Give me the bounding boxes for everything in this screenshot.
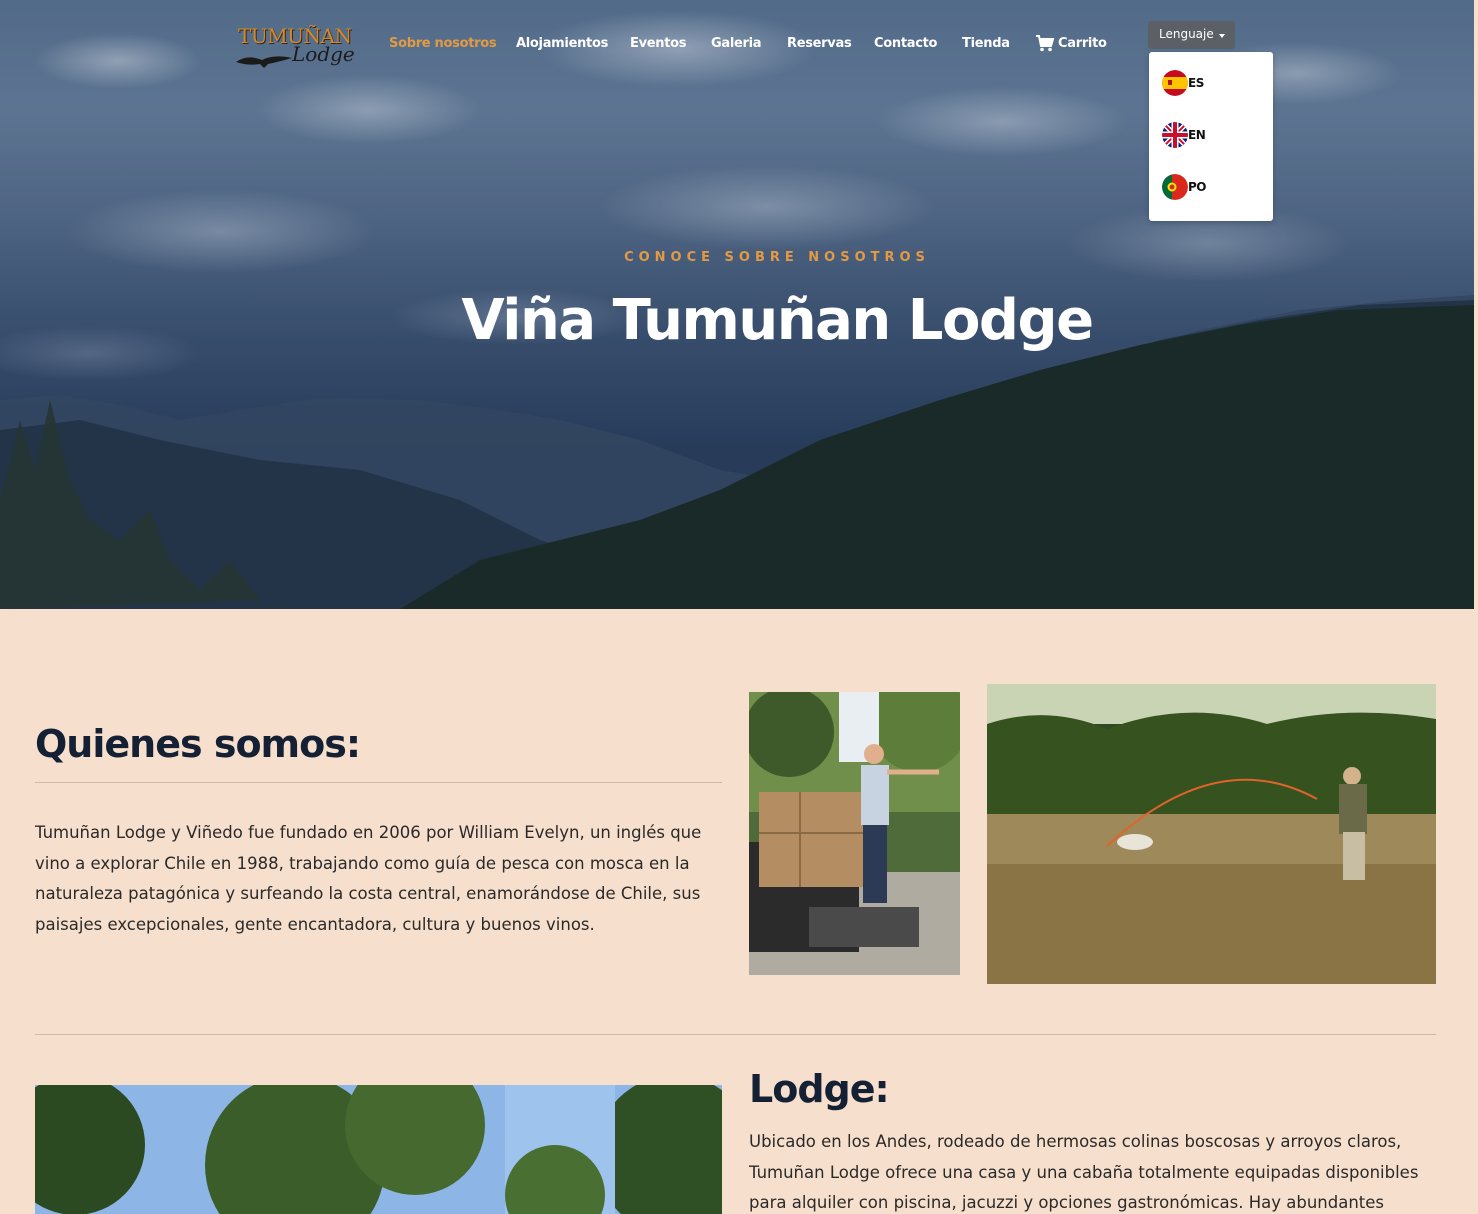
language-option-en[interactable]: EN [1162,122,1262,150]
portugal-flag-icon [1162,174,1188,200]
founder-photo [749,692,960,975]
uk-flag-icon [1162,122,1188,148]
nav-carrito[interactable]: Carrito [1058,36,1107,51]
about-heading: Quienes somos: [35,722,361,766]
language-code: PO [1188,180,1207,194]
hero-title: Viña Tumuñan Lodge [461,288,1094,353]
language-button-label: Lenguaje [1159,27,1214,41]
lodge-text: Ubicado en los Andes, rodeado de hermosa… [749,1132,1419,1213]
caret-down-icon [1219,34,1225,38]
about-divider [35,782,722,783]
language-code: ES [1188,76,1204,90]
condor-icon [236,56,292,68]
lodge-photo [35,1085,722,1214]
section-divider [35,1034,1436,1035]
nav-alojamientos[interactable]: Alojamientos [516,36,608,51]
language-code: EN [1188,128,1206,142]
nav-contacto[interactable]: Contacto [874,36,937,51]
spain-flag-icon [1162,70,1188,96]
language-option-es[interactable]: ES [1162,70,1262,98]
about-text: Tumuñan Lodge y Viñedo fue fundado en 20… [35,823,702,934]
language-option-po[interactable]: PO [1162,174,1262,202]
shopping-cart-icon[interactable] [1035,34,1055,52]
language-menu: ES EN PO [1149,52,1273,221]
nav-galeria[interactable]: Galeria [711,36,762,51]
fly-fishing-photo [987,684,1436,984]
nav-tienda[interactable]: Tienda [962,36,1010,51]
language-dropdown-button[interactable]: Lenguaje [1148,21,1235,49]
site-logo[interactable]: TUMUÑAN Lodge [234,22,355,80]
nav-eventos[interactable]: Eventos [630,36,687,51]
logo-text-bottom: Lodge [292,42,355,66]
lodge-heading: Lodge: [749,1067,890,1111]
nav-sobre-nosotros[interactable]: Sobre nosotros [389,36,497,51]
hero-subtitle: CONOCE SOBRE NOSOTROS [624,250,930,265]
nav-reservas[interactable]: Reservas [787,36,852,51]
